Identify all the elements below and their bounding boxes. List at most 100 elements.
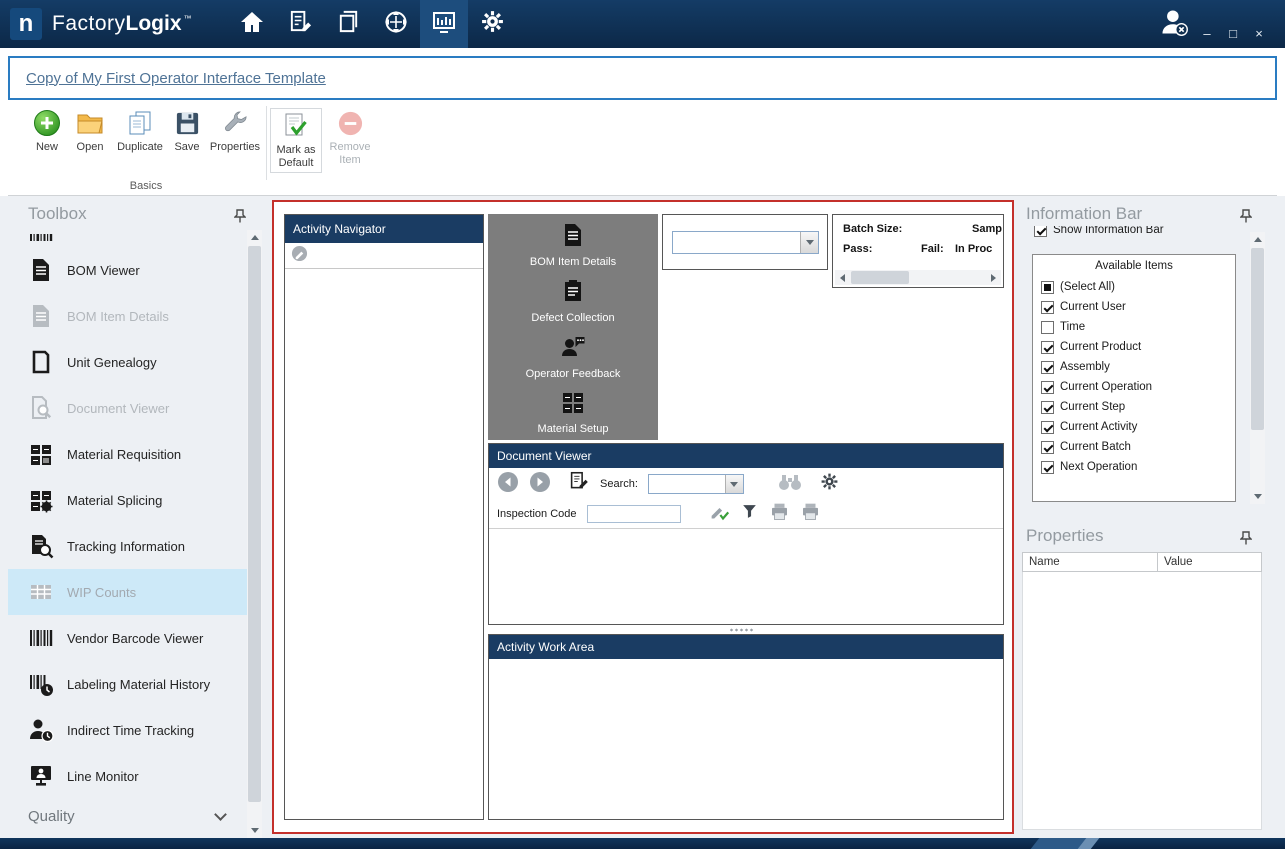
current-activity-checkbox[interactable] [1041, 421, 1054, 434]
batch-panel-hscrollbar[interactable] [835, 270, 1001, 285]
palette-item-material-setup[interactable]: Material Setup [488, 389, 658, 435]
toolbox-item-material-requisition[interactable]: Material Requisition [8, 431, 247, 477]
toolbox-pin-icon[interactable] [234, 209, 246, 229]
scroll-left-button[interactable] [835, 270, 850, 285]
print-icon[interactable] [769, 502, 790, 527]
minimize-button[interactable]: – [1196, 24, 1218, 42]
scroll-up-button[interactable] [1250, 232, 1265, 247]
maximize-button[interactable]: □ [1222, 24, 1244, 42]
gear-icon[interactable] [820, 472, 839, 496]
scroll-up-button[interactable] [247, 230, 262, 245]
toolbox-item-tracking-information[interactable]: Tracking Information [8, 523, 247, 569]
toolbox-item-wip-counts[interactable]: WIP Counts [8, 569, 247, 615]
scroll-down-button[interactable] [247, 823, 262, 838]
activities-palette[interactable]: BOM Item Details Defect Collection Opera… [488, 214, 658, 440]
show-information-bar-checkbox[interactable] [1034, 226, 1047, 237]
toolbox-item-unit-genealogy[interactable]: Unit Genealogy [8, 339, 247, 385]
batches-button[interactable] [324, 0, 372, 48]
scroll-down-button[interactable] [1250, 489, 1265, 504]
template-combobox-input[interactable] [673, 232, 800, 253]
remove-item-button[interactable]: Remove Item [326, 108, 374, 167]
scrollbar-thumb[interactable] [248, 246, 261, 802]
sign-off-icon[interactable] [709, 501, 730, 527]
document-viewer-panel[interactable]: Document Viewer Search: Inspection Code [488, 443, 1004, 625]
select-all-checkbox[interactable] [1041, 281, 1054, 294]
forward-circle-icon[interactable] [529, 471, 551, 498]
dropdown-button[interactable] [800, 232, 818, 253]
scroll-right-button[interactable] [986, 270, 1001, 285]
inspection-code-input[interactable] [587, 505, 681, 523]
toolbox-item-labeling-material-history[interactable]: Labeling Material History [8, 661, 247, 707]
print-preview-icon[interactable] [800, 502, 821, 527]
palette-item-defect-collection[interactable]: Defect Collection [488, 278, 658, 324]
filter-icon[interactable] [740, 502, 759, 526]
toolbox-item-document-viewer[interactable]: Document Viewer [8, 385, 247, 431]
toolbox-category-quality[interactable]: Quality [8, 800, 247, 832]
toolbox-item-indirect-time-tracking[interactable]: Indirect Time Tracking [8, 707, 247, 753]
settings-button[interactable] [468, 0, 516, 48]
search-combobox[interactable] [648, 474, 744, 494]
palette-item-bom-item-details[interactable]: BOM Item Details [488, 222, 658, 268]
activity-work-area-body[interactable] [489, 659, 1003, 819]
current-user-checkbox[interactable] [1041, 301, 1054, 314]
checklist-item-current-user[interactable]: Current User [1033, 297, 1235, 317]
batch-summary-panel[interactable]: Batch Size: Samp Pass: Fail: In Proc [832, 214, 1004, 288]
palette-item-operator-feedback[interactable]: Operator Feedback [488, 334, 658, 380]
toolbox-item-vendor-barcode-viewer[interactable]: Vendor Barcode Viewer [8, 615, 247, 661]
save-button[interactable]: Save [168, 108, 206, 154]
activity-work-area-panel[interactable]: Activity Work Area [488, 634, 1004, 820]
template-combobox[interactable] [672, 231, 819, 254]
toolbox-item-bom-item-details[interactable]: BOM Item Details [8, 293, 247, 339]
checklist-item-current-step[interactable]: Current Step [1033, 397, 1235, 417]
toolbox-partial-item[interactable] [28, 234, 58, 246]
show-information-bar-row[interactable]: Show Information Bar [1032, 226, 1238, 241]
available-items-listbox[interactable]: Available Items (Select All) Current Use… [1032, 254, 1236, 502]
assembly-checkbox[interactable] [1041, 361, 1054, 374]
activity-navigator-panel[interactable]: Activity Navigator [284, 214, 484, 820]
search-combobox-input[interactable] [649, 475, 725, 493]
time-checkbox[interactable] [1041, 321, 1054, 334]
checklist-item-time[interactable]: Time [1033, 317, 1235, 337]
document-viewer-body[interactable] [489, 528, 1003, 624]
scrollbar-thumb[interactable] [851, 271, 909, 284]
checklist-item-next-operation[interactable]: Next Operation [1033, 457, 1235, 477]
design-canvas[interactable]: Activity Navigator BOM Item Details Defe… [272, 200, 1014, 834]
current-batch-checkbox[interactable] [1041, 441, 1054, 454]
close-button[interactable]: × [1248, 24, 1270, 42]
edit-document-icon[interactable] [569, 471, 590, 497]
activity-navigator-body[interactable] [285, 269, 483, 819]
checklist-item-current-operation[interactable]: Current Operation [1033, 377, 1235, 397]
current-step-checkbox[interactable] [1041, 401, 1054, 414]
checklist-item-current-batch[interactable]: Current Batch [1033, 437, 1235, 457]
toolbox-item-line-monitor[interactable]: Line Monitor [8, 753, 247, 799]
edit-icon[interactable] [291, 245, 308, 267]
properties-pin-icon[interactable] [1240, 531, 1252, 551]
new-button[interactable]: New [26, 108, 68, 154]
toolbox-scrollbar[interactable] [247, 230, 262, 838]
current-product-checkbox[interactable] [1041, 341, 1054, 354]
scrollbar-thumb[interactable] [1251, 248, 1264, 430]
splitter-handle[interactable] [729, 628, 753, 632]
properties-grid-body[interactable] [1022, 572, 1262, 830]
binoculars-icon[interactable] [778, 473, 802, 496]
back-circle-icon[interactable] [497, 471, 519, 498]
information-bar-pin-icon[interactable] [1240, 209, 1252, 229]
next-operation-checkbox[interactable] [1041, 461, 1054, 474]
toolbox-item-bom-viewer[interactable]: BOM Viewer [8, 247, 247, 293]
operator-interfaces-button[interactable] [420, 0, 468, 48]
checklist-item-current-product[interactable]: Current Product [1033, 337, 1235, 357]
user-account-button[interactable] [1150, 0, 1198, 48]
toolbox-item-material-splicing[interactable]: Material Splicing [8, 477, 247, 523]
properties-button[interactable]: Properties [206, 108, 264, 154]
open-button[interactable]: Open [68, 108, 112, 154]
work-instructions-button[interactable] [276, 0, 324, 48]
current-operation-checkbox[interactable] [1041, 381, 1054, 394]
duplicate-button[interactable]: Duplicate [112, 108, 168, 154]
template-combo-panel[interactable] [662, 214, 828, 270]
dropdown-button[interactable] [725, 475, 743, 493]
checklist-item-assembly[interactable]: Assembly [1033, 357, 1235, 377]
checklist-item-select-all[interactable]: (Select All) [1033, 277, 1235, 297]
mark-as-default-button[interactable]: Mark as Default [270, 108, 322, 173]
checklist-item-current-activity[interactable]: Current Activity [1033, 417, 1235, 437]
home-button[interactable] [228, 0, 276, 48]
